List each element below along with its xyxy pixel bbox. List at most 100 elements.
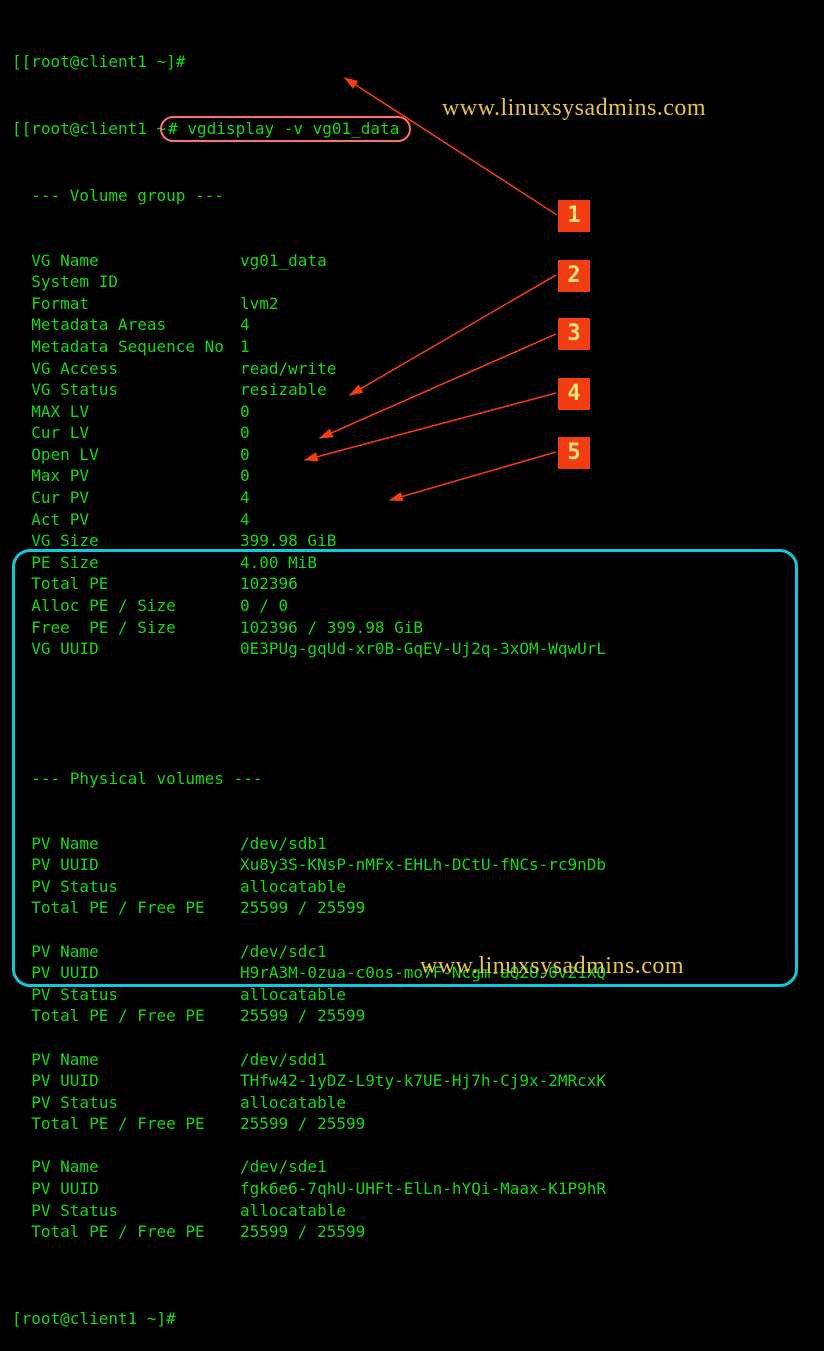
pv-value: THfw42-1yDZ-L9ty-k7UE-Hj7h-Cj9x-2MRcxK: [240, 1070, 606, 1092]
vg-value: 4: [240, 314, 250, 336]
pv-value: /dev/sde1: [240, 1156, 327, 1178]
pv-key: PV Status: [12, 876, 240, 898]
vg-value: 399.98 GiB: [240, 530, 336, 552]
pv-section-header: --- Physical volumes ---: [0, 768, 824, 790]
pv-row: PV Status allocatable: [0, 1200, 824, 1222]
pv-row: Total PE / Free PE 25599 / 25599: [0, 1113, 824, 1135]
vg-value: 0E3PUg-gqUd-xr0B-GqEV-Uj2q-3xOM-WqwUrL: [240, 638, 606, 660]
vg-row: Metadata Sequence No 1: [0, 336, 824, 358]
pv-key: Total PE / Free PE: [12, 1113, 240, 1135]
vg-value: resizable: [240, 379, 327, 401]
pv-value: 25599 / 25599: [240, 897, 365, 919]
vg-key: Metadata Areas: [12, 314, 240, 336]
pv-row: PV Name /dev/sdd1: [0, 1049, 824, 1071]
pv-key: PV Status: [12, 1092, 240, 1114]
vg-row: Cur PV 4: [0, 487, 824, 509]
vg-key: VG UUID: [12, 638, 240, 660]
pv-row: PV UUID Xu8y3S-KNsP-nMFx-EHLh-DCtU-fNCs-…: [0, 854, 824, 876]
pv-row: PV Status allocatable: [0, 876, 824, 898]
vg-value: read/write: [240, 358, 336, 380]
pv-value: allocatable: [240, 1200, 346, 1222]
vg-row: Open LV 0: [0, 444, 824, 466]
vg-value: 102396: [240, 573, 298, 595]
vg-key: VG Access: [12, 358, 240, 380]
vg-key: Cur LV: [12, 422, 240, 444]
pv-key: PV Name: [12, 1049, 240, 1071]
pv-row: PV UUID fgk6e6-7qhU-UHFt-ElLn-hYQi-Maax-…: [0, 1178, 824, 1200]
pv-value: /dev/sdd1: [240, 1049, 327, 1071]
vg-row: VG Access read/write: [0, 358, 824, 380]
vg-value: 4: [240, 509, 250, 531]
vg-row: Format lvm2: [0, 293, 824, 315]
vg-key: Total PE: [12, 573, 240, 595]
pv-value: allocatable: [240, 1092, 346, 1114]
prompt-line-3: [root@client1 ~]#: [0, 1308, 824, 1330]
pv-value: fgk6e6-7qhU-UHFt-ElLn-hYQi-Maax-K1P9hR: [240, 1178, 606, 1200]
vg-value: 4.00 MiB: [240, 552, 317, 574]
vg-value: 0: [240, 444, 250, 466]
vg-row: Cur LV 0: [0, 422, 824, 444]
vg-value: 102396 / 399.98 GiB: [240, 617, 423, 639]
vg-row: VG Status resizable: [0, 379, 824, 401]
pv-value: allocatable: [240, 984, 346, 1006]
vg-key: MAX LV: [12, 401, 240, 423]
pv-key: PV Name: [12, 833, 240, 855]
vg-value: lvm2: [240, 293, 279, 315]
vg-key: Metadata Sequence No: [12, 336, 240, 358]
pv-key: PV Status: [12, 984, 240, 1006]
vg-row: VG Size 399.98 GiB: [0, 530, 824, 552]
vg-row: Alloc PE / Size 0 / 0: [0, 595, 824, 617]
vg-key: System ID: [12, 271, 240, 293]
pv-row: Total PE / Free PE 25599 / 25599: [0, 1221, 824, 1243]
vg-row: Total PE 102396: [0, 573, 824, 595]
vg-key: Act PV: [12, 509, 240, 531]
vg-row: VG UUID 0E3PUg-gqUd-xr0B-GqEV-Uj2q-3xOM-…: [0, 638, 824, 660]
pv-row: Total PE / Free PE 25599 / 25599: [0, 897, 824, 919]
vg-value: 4: [240, 487, 250, 509]
vg-value: 0: [240, 465, 250, 487]
vg-row: Max PV 0: [0, 465, 824, 487]
vg-value: 1: [240, 336, 250, 358]
vg-key: Format: [12, 293, 240, 315]
vg-key: VG Status: [12, 379, 240, 401]
pv-value: allocatable: [240, 876, 346, 898]
vg-key: Open LV: [12, 444, 240, 466]
command-text: vgdisplay -v vg01_data: [187, 119, 399, 138]
vg-key: PE Size: [12, 552, 240, 574]
pv-key: Total PE / Free PE: [12, 1221, 240, 1243]
vg-row: Metadata Areas 4: [0, 314, 824, 336]
vg-row: System ID: [0, 271, 824, 293]
pv-row: PV Name /dev/sdb1: [0, 833, 824, 855]
vg-key: Max PV: [12, 465, 240, 487]
vg-value: 0: [240, 401, 250, 423]
vg-key: Free PE / Size: [12, 617, 240, 639]
vg-key: Cur PV: [12, 487, 240, 509]
pv-row: PV UUID H9rA3M-0zua-c0os-mo7F-Ncgm-aQ2U-…: [0, 962, 824, 984]
pv-value: /dev/sdb1: [240, 833, 327, 855]
vg-row: Act PV 4: [0, 509, 824, 531]
vg-row: Free PE / Size 102396 / 399.98 GiB: [0, 617, 824, 639]
pv-key: PV Status: [12, 1200, 240, 1222]
vg-value: 0 / 0: [240, 595, 288, 617]
pv-row: PV Name /dev/sdc1: [0, 941, 824, 963]
prompt-line-2: [[root@client1 ~# vgdisplay -v vg01_data: [0, 116, 824, 142]
pv-value: H9rA3M-0zua-c0os-mo7F-Ncgm-aQ2U-0v21XQ: [240, 962, 606, 984]
terminal: [[root@client1 ~]# [[root@client1 ~# vgd…: [0, 0, 824, 1024]
pv-row: PV Status allocatable: [0, 1092, 824, 1114]
pv-key: PV UUID: [12, 1178, 240, 1200]
vg-row: MAX LV 0: [0, 401, 824, 423]
vg-section-header: --- Volume group ---: [0, 185, 824, 207]
pv-key: PV Name: [12, 1156, 240, 1178]
pv-key: PV Name: [12, 941, 240, 963]
pv-value: 25599 / 25599: [240, 1113, 365, 1135]
pv-key: Total PE / Free PE: [12, 897, 240, 919]
pv-value: 25599 / 25599: [240, 1221, 365, 1243]
vg-key: Alloc PE / Size: [12, 595, 240, 617]
vg-row: PE Size 4.00 MiB: [0, 552, 824, 574]
pv-row: PV Name /dev/sde1: [0, 1156, 824, 1178]
vg-value: vg01_data: [240, 250, 327, 272]
vg-key: VG Name: [12, 250, 240, 272]
vg-row: VG Name vg01_data: [0, 250, 824, 272]
vg-key: VG Size: [12, 530, 240, 552]
pv-row: PV UUID THfw42-1yDZ-L9ty-k7UE-Hj7h-Cj9x-…: [0, 1070, 824, 1092]
